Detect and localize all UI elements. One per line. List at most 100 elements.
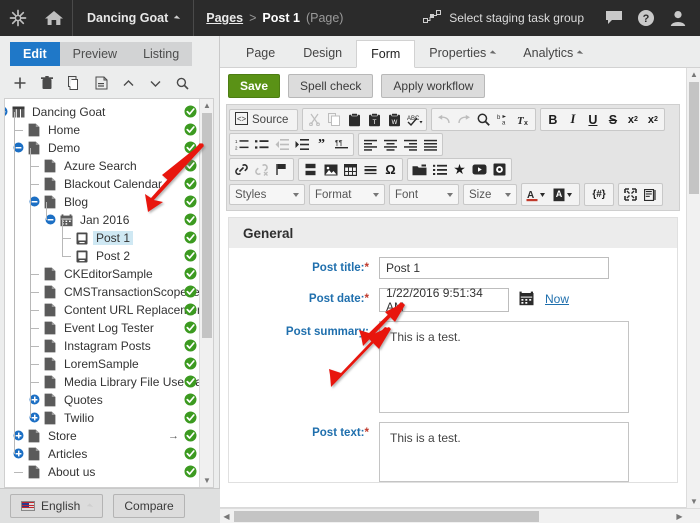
copy-icon[interactable] — [325, 110, 344, 129]
source-button[interactable]: <> Source — [232, 111, 295, 129]
tree-item-ckeditorsample[interactable]: CKEditorSample — [5, 265, 201, 283]
paste-word-icon[interactable]: W — [385, 110, 404, 129]
paste-icon[interactable] — [89, 71, 113, 95]
superscript-icon[interactable]: x2 — [643, 110, 662, 129]
staging-task-group-selector[interactable]: Select staging task group — [423, 9, 598, 27]
settings-icon[interactable] — [490, 160, 509, 179]
table-icon[interactable] — [341, 160, 360, 179]
bulleted-list-icon[interactable] — [252, 135, 271, 154]
special-char-icon[interactable]: Ω — [381, 160, 400, 179]
bold-icon[interactable]: B — [543, 110, 562, 129]
content-horizontal-scrollbar[interactable]: ◀ ▶ — [220, 508, 700, 523]
post-summary-editor[interactable]: This is a test. — [379, 321, 629, 413]
tree-item-about-us[interactable]: About us — [5, 463, 201, 481]
blockquote-icon[interactable]: ” — [312, 135, 331, 154]
text-color-icon[interactable]: A — [524, 185, 550, 204]
align-right-icon[interactable] — [401, 135, 420, 154]
anchor-icon[interactable] — [272, 160, 291, 179]
paste-icon[interactable] — [345, 110, 364, 129]
content-hscrollbar-thumb[interactable] — [234, 511, 539, 522]
scroll-down-icon[interactable]: ▼ — [200, 474, 213, 487]
content-scrollbar-thumb[interactable] — [689, 82, 699, 194]
strike-icon[interactable]: S — [603, 110, 622, 129]
link-icon[interactable] — [232, 160, 251, 179]
breadcrumb-root-link[interactable]: Pages — [206, 11, 243, 25]
site-selector[interactable]: Dancing Goat — [73, 0, 193, 36]
spellcheck-icon[interactable]: ABC — [405, 110, 424, 129]
tab-page[interactable]: Page — [232, 39, 289, 67]
scroll-left-icon[interactable]: ◀ — [220, 509, 233, 524]
apply-workflow-button[interactable]: Apply workflow — [381, 74, 486, 98]
help-icon[interactable]: ? — [630, 0, 662, 36]
collapse-icon[interactable] — [5, 106, 8, 117]
tree-item-store[interactable]: Store → — [5, 427, 201, 445]
tree-item-blog[interactable]: Blog — [5, 193, 201, 211]
unlink-icon[interactable] — [252, 160, 271, 179]
scroll-down-icon[interactable]: ▼ — [687, 495, 700, 508]
indent-icon[interactable] — [292, 135, 311, 154]
show-blocks-icon[interactable] — [641, 185, 660, 204]
kentico-logo-icon[interactable] — [0, 0, 36, 36]
find-icon[interactable] — [474, 110, 493, 129]
subscript-icon[interactable]: x2 — [623, 110, 642, 129]
move-up-icon[interactable] — [116, 71, 140, 95]
move-down-icon[interactable] — [143, 71, 167, 95]
tree-item-event-log-tester[interactable]: Event Log Tester — [5, 319, 201, 337]
post-title-input[interactable]: Post 1 — [379, 257, 609, 279]
home-icon[interactable] — [36, 0, 72, 36]
copy-icon[interactable] — [62, 71, 86, 95]
scroll-right-icon[interactable]: ▶ — [673, 509, 686, 524]
tree-item-azure-search[interactable]: Azure Search — [5, 157, 201, 175]
search-icon[interactable] — [170, 71, 194, 95]
tree-scrollbar[interactable]: ▲ ▼ — [199, 99, 213, 487]
comment-icon[interactable] — [598, 0, 630, 36]
tree-item-articles[interactable]: Articles — [5, 445, 201, 463]
tree-item-media-library-file-use-sam[interactable]: Media Library File Use Sam — [5, 373, 212, 391]
insert-favorite-icon[interactable]: ★ — [450, 160, 469, 179]
tree-item-post-1[interactable]: Post 1 — [5, 229, 201, 247]
italic-icon[interactable]: I — [563, 110, 582, 129]
underline-icon[interactable]: U — [583, 110, 602, 129]
tree-item-post-2[interactable]: Post 2 — [5, 247, 201, 265]
styles-dropdown[interactable]: Styles — [229, 184, 305, 205]
cut-icon[interactable] — [305, 110, 324, 129]
tree-item-dancing-goat[interactable]: Dancing Goat — [5, 103, 201, 121]
now-link[interactable]: Now — [545, 292, 569, 306]
tab-listing[interactable]: Listing — [130, 42, 193, 66]
outdent-icon[interactable] — [272, 135, 291, 154]
format-dropdown[interactable]: Format — [309, 184, 385, 205]
font-dropdown[interactable]: Font — [389, 184, 459, 205]
redo-icon[interactable] — [454, 110, 473, 129]
undo-icon[interactable] — [434, 110, 453, 129]
tab-preview[interactable]: Preview — [59, 42, 131, 66]
numbered-list-icon[interactable]: 12 — [232, 135, 251, 154]
tree-item-instagram-posts[interactable]: Instagram Posts — [5, 337, 201, 355]
new-icon[interactable] — [8, 71, 32, 95]
tree-item-loremsample[interactable]: LoremSample — [5, 355, 201, 373]
insert-widget-icon[interactable] — [430, 160, 449, 179]
tab-edit[interactable]: Edit — [10, 42, 60, 66]
tree-item-demo[interactable]: Demo — [5, 139, 201, 157]
background-color-icon[interactable]: A — [551, 185, 577, 204]
content-tree[interactable]: Dancing Goat Home Demo Azure Search Blackout… — [4, 98, 214, 488]
replace-icon[interactable]: ba — [494, 110, 513, 129]
macro-icon[interactable]: {#} — [587, 185, 611, 204]
tree-item-blackout-calendar[interactable]: Blackout Calendar — [5, 175, 201, 193]
remove-format-icon[interactable]: Tx — [514, 110, 533, 129]
save-button[interactable]: Save — [228, 74, 281, 98]
tab-analytics[interactable]: Analytics — [509, 39, 596, 67]
tab-properties[interactable]: Properties — [415, 39, 509, 67]
align-center-icon[interactable] — [381, 135, 400, 154]
tree-scrollbar-thumb[interactable] — [202, 113, 212, 338]
language-selector[interactable]: English — [10, 494, 104, 518]
scroll-up-icon[interactable]: ▲ — [200, 99, 213, 112]
maximize-icon[interactable] — [621, 185, 640, 204]
post-text-editor[interactable]: This is a test. — [379, 422, 629, 482]
tree-item-content-url-replacement[interactable]: Content URL Replacement — [5, 301, 207, 319]
tree-item-cmstransactionscopeteste[interactable]: CMSTransactionScopeTeste — [5, 283, 213, 301]
image-icon[interactable] — [321, 160, 340, 179]
tree-item-jan-2016[interactable]: Jan 2016 — [5, 211, 201, 229]
horizontal-rule-icon[interactable] — [361, 160, 380, 179]
insert-media-icon[interactable] — [410, 160, 429, 179]
text-direction-icon[interactable]: ¶¶ — [332, 135, 351, 154]
